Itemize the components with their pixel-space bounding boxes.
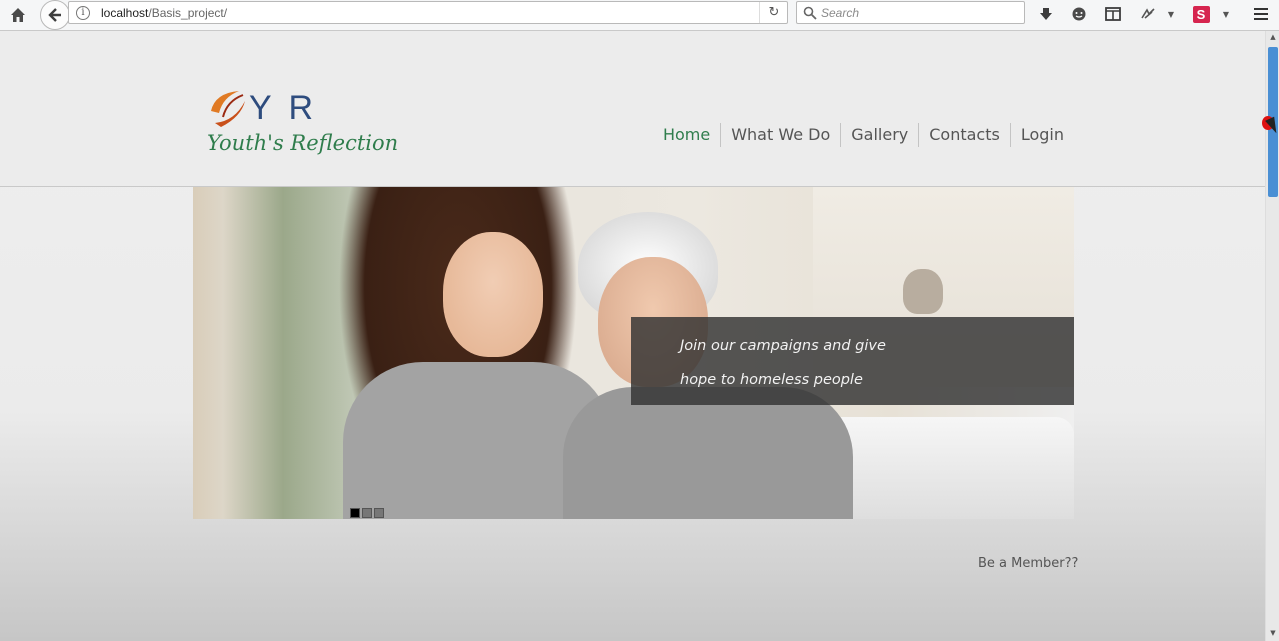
reader-view-icon[interactable] [1103,4,1123,24]
scroll-up-icon[interactable]: ▲ [1268,33,1278,43]
scroll-down-icon[interactable]: ▼ [1268,629,1278,639]
be-a-member-link[interactable]: Be a Member?? [978,556,1078,571]
site-logo[interactable]: Y R Youth's Reflection [205,87,398,167]
download-icon[interactable] [1036,4,1056,24]
nav-login[interactable]: Login [1009,123,1074,147]
site-header: Y R Youth's Reflection Home What We Do G… [0,31,1265,187]
caption-line: hope to homeless people [680,372,863,388]
slider-dot[interactable] [350,508,360,518]
chevron-down-icon[interactable]: ▼ [1161,4,1181,24]
logo-tagline: Youth's Reflection [207,131,399,155]
nav-what-we-do[interactable]: What We Do [720,123,840,147]
chevron-down-icon[interactable]: ▼ [1216,4,1236,24]
logo-swoosh-icon [211,91,245,127]
browser-toolbar: i localhost/Basis_project/ ↻ Search ▼ S … [0,0,1279,31]
slide-vase [903,269,943,314]
main-nav: Home What We Do Gallery Contacts Login [653,123,1074,147]
home-icon[interactable] [6,3,30,27]
s-badge: S [1192,5,1210,23]
slider-pagination [350,508,384,518]
extension-icon[interactable] [1138,4,1158,24]
chat-icon[interactable] [1069,4,1089,24]
slider-dot[interactable] [374,508,384,518]
slide-person-old-body [563,387,853,519]
nav-gallery[interactable]: Gallery [840,123,918,147]
menu-icon[interactable] [1251,4,1271,24]
logo-text: Y R [249,89,318,127]
slider-dot[interactable] [362,508,372,518]
reload-icon[interactable]: ↻ [765,4,783,22]
search-icon [803,6,817,20]
web-page: Y R Youth's Reflection Home What We Do G… [0,31,1265,641]
search-input[interactable]: Search [796,1,1025,24]
s-extension-icon[interactable]: S [1191,4,1211,24]
hero-slider[interactable]: Join our campaigns and give hope to home… [193,187,1074,519]
nav-contacts[interactable]: Contacts [918,123,1010,147]
nav-home[interactable]: Home [653,123,720,147]
info-icon[interactable]: i [76,6,90,20]
slide-person-young-face [443,232,543,357]
slide-caption: Join our campaigns and give hope to home… [631,317,1074,405]
divider [759,2,760,23]
search-placeholder: Search [821,6,860,20]
caption-line: Join our campaigns and give [680,338,886,354]
url-bar[interactable]: i localhost/Basis_project/ ↻ [68,1,788,24]
back-arrow-icon[interactable] [40,0,70,30]
url-text: localhost/Basis_project/ [101,6,228,20]
